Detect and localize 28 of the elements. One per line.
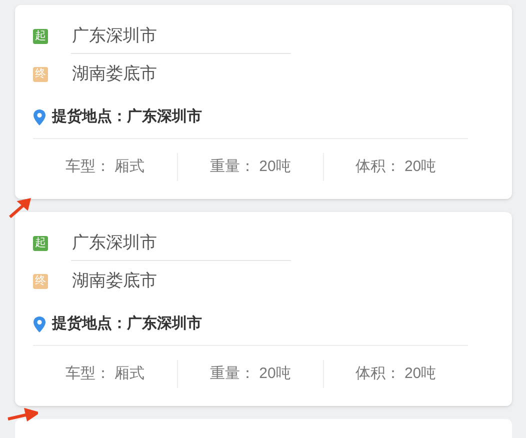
spec-value: 20吨 [404,364,436,384]
location-pin-icon [33,316,46,332]
spec-value: 厢式 [114,364,145,384]
pickup-label: 提货地点： [52,106,127,127]
destination-badge: 终 [33,66,48,82]
destination-city: 湖南娄底市 [72,270,157,292]
annotation-arrow-icon [6,408,38,422]
spec-label: 车型： [66,156,111,177]
pickup-location: 广东深圳市 [127,106,202,127]
origin-city: 广东深圳市 [72,232,157,254]
spec-value: 20吨 [259,156,291,177]
location-pin-icon [33,108,46,126]
spec-label: 体积： [355,156,400,177]
spec-label: 车型： [66,364,111,384]
origin-city: 广东深圳市 [72,25,157,48]
destination-badge: 终 [33,274,48,288]
annotation-arrow-icon [8,197,32,219]
spec-value: 20吨 [404,156,436,177]
spec-value: 厢式 [114,156,145,177]
spec-value: 20吨 [259,364,291,384]
pickup-label: 提货地点： [52,314,127,334]
origin-badge: 起 [33,236,48,250]
spec-label: 重量： [210,364,256,384]
destination-city: 湖南娄底市 [72,63,157,86]
spec-label: 重量： [210,156,256,177]
pickup-location: 广东深圳市 [127,314,202,334]
spec-label: 体积： [355,364,400,384]
origin-badge: 起 [33,28,48,44]
